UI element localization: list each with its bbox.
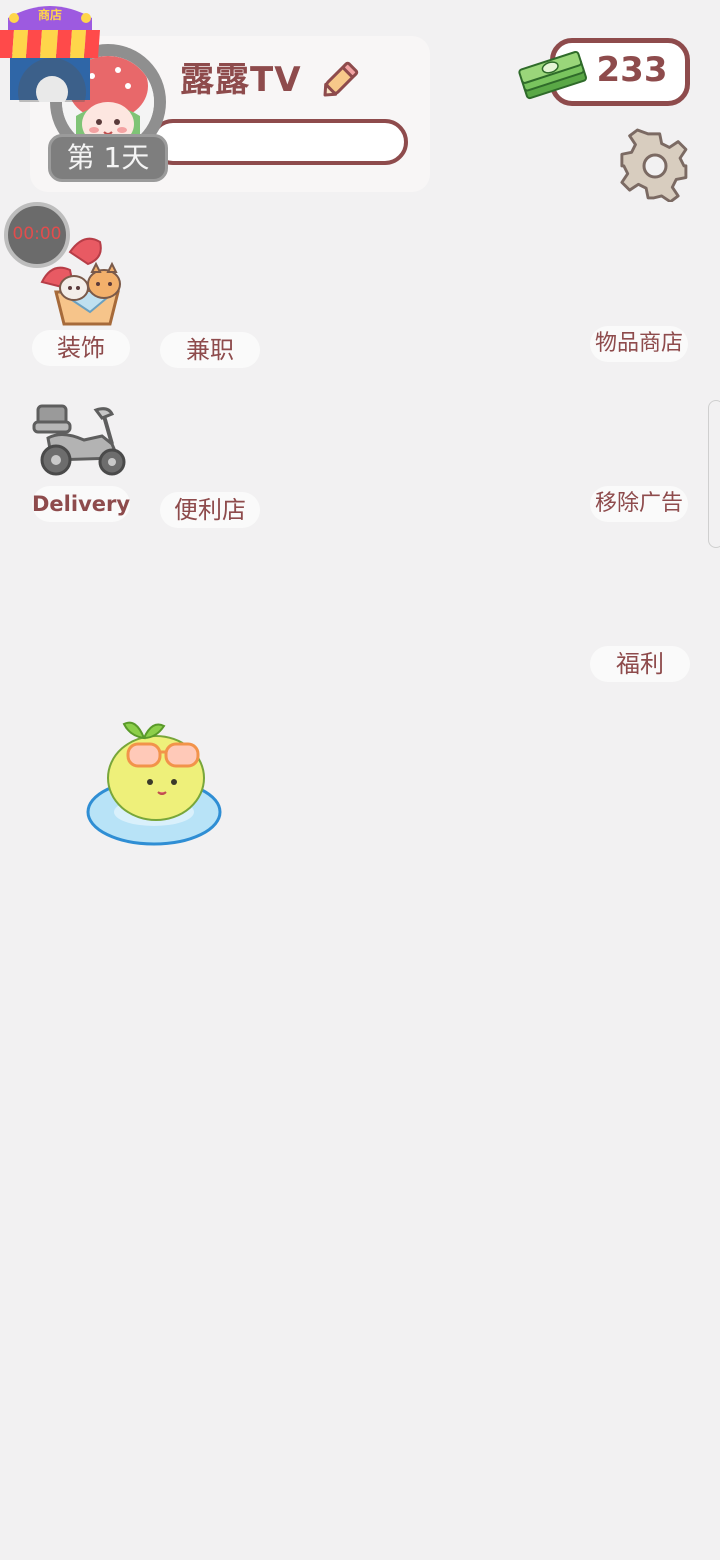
day-progress-bar (150, 119, 408, 165)
convenience-store-button[interactable]: 便利店 (160, 492, 260, 528)
decor-label[interactable]: 装饰 (32, 330, 130, 366)
gear-icon (620, 128, 688, 204)
scooter-icon (32, 404, 126, 476)
cash-stack-icon (518, 50, 588, 100)
settings-button[interactable] (618, 128, 692, 204)
currency-amount: 233 (596, 50, 668, 90)
pet-character[interactable] (80, 712, 228, 852)
delivery-label[interactable]: Delivery (32, 486, 130, 522)
cash-icon (516, 48, 590, 104)
sprout-blob-pet-icon (86, 721, 222, 846)
shop-label: 商店 (37, 8, 62, 22)
remove-ads-button[interactable]: 移除广告 (590, 486, 688, 522)
pencil-icon (323, 61, 359, 97)
welfare-button[interactable]: 福利 (590, 646, 690, 682)
delivery-button[interactable] (32, 404, 130, 478)
side-drawer-handle[interactable] (708, 400, 720, 548)
day-counter-label: 第 1天 (66, 141, 150, 174)
parttime-button[interactable]: 兼职 (160, 332, 260, 368)
player-name: 露露TV (180, 60, 302, 100)
item-shop-button[interactable]: 物品商店 (590, 326, 688, 362)
decor-button[interactable] (34, 232, 130, 328)
edit-name-button[interactable] (318, 54, 366, 102)
cat-basket-icon (40, 237, 121, 326)
